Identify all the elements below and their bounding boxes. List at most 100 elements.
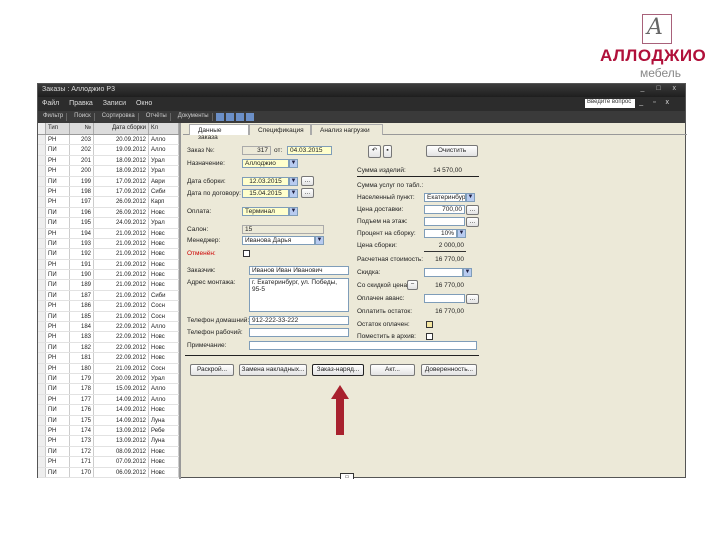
row-selector[interactable]	[38, 135, 46, 145]
tab-specification[interactable]: Спецификация	[249, 124, 311, 135]
refresh-icon[interactable]	[225, 113, 234, 121]
row-selector[interactable]	[38, 228, 46, 238]
city-select[interactable]: Екатеринбург	[424, 193, 466, 202]
table-row[interactable]: ПИ 195 24.09.2012 Урал	[38, 218, 179, 229]
row-selector[interactable]	[38, 353, 46, 363]
row-selector[interactable]	[38, 425, 46, 436]
table-row[interactable]: ПИ 179 20.09.2012 Урал	[38, 373, 179, 385]
prepaid-field[interactable]	[424, 294, 465, 303]
tools-icon[interactable]	[215, 113, 224, 121]
row-selector[interactable]	[38, 238, 46, 249]
chevron-down-icon[interactable]: ▼	[289, 207, 298, 216]
table-row[interactable]: ПИ 193 21.09.2012 Новс	[38, 238, 179, 250]
table-row[interactable]: ПИ 185 21.09.2012 Сосн	[38, 311, 179, 323]
toolbar-search[interactable]: Поиск	[71, 113, 95, 121]
chevron-down-icon[interactable]: ▼	[466, 193, 475, 202]
table-row[interactable]: ПИ 176 14.09.2012 Новс	[38, 405, 179, 416]
purpose-select[interactable]: Аллоджио	[242, 159, 289, 168]
col-date[interactable]: Дата сборки	[94, 123, 149, 134]
row-selector[interactable]	[38, 394, 46, 405]
table-row[interactable]: РН 184 22.09.2012 Алло	[38, 322, 179, 333]
table-row[interactable]: РН 203 20.09.2012 Алло	[38, 135, 179, 146]
orders-grid[interactable]: Тип № Дата сборки Кл РН 203 20.09.2012 Алло…	[38, 123, 181, 479]
col-client[interactable]: Кл	[149, 123, 179, 134]
row-selector[interactable]	[38, 415, 46, 425]
archive-checkbox[interactable]	[426, 333, 433, 340]
address-field[interactable]: г. Екатеринбург, ул. Победы, 95-5	[249, 278, 349, 312]
row-selector[interactable]	[38, 301, 46, 311]
table-row[interactable]: РН 181 22.09.2012 Новс	[38, 353, 179, 364]
row-selector[interactable]	[38, 342, 46, 353]
lift-picker-button[interactable]: ...	[466, 217, 479, 227]
row-selector[interactable]	[38, 405, 46, 415]
table-row[interactable]: ПИ 187 21.09.2012 Сиби	[38, 290, 179, 302]
row-selector[interactable]	[38, 197, 46, 207]
table-row[interactable]: ПИ 196 26.09.2012 Новс	[38, 207, 179, 219]
row-selector[interactable]	[38, 259, 46, 270]
power-of-attorney-button[interactable]: Доверенность...	[421, 364, 477, 376]
tab-order-data[interactable]: Данные заказа	[189, 124, 249, 141]
row-selector[interactable]	[38, 332, 46, 342]
save-icon[interactable]: ▪	[383, 145, 392, 158]
table-row[interactable]: РН 186 21.09.2012 Сосн	[38, 301, 179, 312]
table-row[interactable]: ПИ 192 21.09.2012 Новс	[38, 249, 179, 260]
row-selector[interactable]	[38, 166, 46, 176]
row-selector[interactable]	[38, 155, 46, 166]
row-selector[interactable]	[38, 384, 46, 394]
row-selector[interactable]	[38, 280, 46, 290]
table-row[interactable]: ПИ 178 15.09.2012 Алло	[38, 384, 179, 395]
doc-controls[interactable]: _ ▫ x	[639, 99, 673, 106]
row-selector[interactable]	[38, 322, 46, 332]
assembly-date-field[interactable]: 12.03.2015	[242, 177, 289, 186]
menu-file[interactable]: Файл	[42, 100, 59, 107]
save-icon[interactable]	[235, 113, 244, 121]
row-selector[interactable]	[38, 446, 46, 457]
work-order-button[interactable]: Заказ-наряд...	[312, 364, 364, 376]
table-row[interactable]: РН 173 13.09.2012 Луна	[38, 436, 179, 447]
row-selector[interactable]	[38, 467, 46, 477]
row-selector[interactable]	[38, 186, 46, 197]
row-selector[interactable]	[38, 457, 46, 467]
cutting-button[interactable]: Раскрой...	[190, 364, 234, 376]
payment-select[interactable]: Терминал	[242, 207, 289, 216]
table-row[interactable]: РН 200 18.09.2012 Урал	[38, 166, 179, 177]
toolbar-sort[interactable]: Сортировка	[99, 113, 139, 121]
help-search-input[interactable]: Введите вопрос	[585, 99, 635, 108]
table-row[interactable]: ПИ 182 22.09.2012 Новс	[38, 342, 179, 354]
table-row[interactable]: ПИ 202 19.09.2012 Алло	[38, 145, 179, 156]
note-field[interactable]	[249, 341, 477, 350]
table-row[interactable]: ПИ 170 06.09.2012 Новс	[38, 467, 179, 478]
tab-load-analysis[interactable]: Анализ нагрузки	[311, 124, 383, 135]
table-row[interactable]: РН 197 26.09.2012 Карп	[38, 197, 179, 208]
row-selector[interactable]	[38, 249, 46, 259]
row-selector[interactable]	[38, 373, 46, 384]
chevron-down-icon[interactable]: ▼	[289, 177, 298, 186]
clear-button[interactable]: Очистить	[426, 145, 478, 157]
table-row[interactable]: РН 177 14.09.2012 Алло	[38, 394, 179, 406]
assembly-percent-select[interactable]: 10%	[424, 229, 457, 238]
manager-select[interactable]: Иванова Дарья	[242, 236, 315, 245]
select-all[interactable]	[38, 123, 46, 134]
customer-field[interactable]: Иванов Иван Иванович	[249, 266, 349, 275]
table-row[interactable]: РН 198 17.09.2012 Сиби	[38, 186, 179, 198]
row-selector[interactable]	[38, 176, 46, 186]
row-selector[interactable]	[38, 290, 46, 301]
lift-field[interactable]	[424, 217, 465, 226]
table-row[interactable]: ПИ 190 21.09.2012 Новс	[38, 270, 179, 281]
table-row[interactable]: РН 194 21.09.2012 Новс	[38, 228, 179, 239]
row-selector[interactable]	[38, 145, 46, 155]
undo-icon[interactable]: ↶	[368, 145, 381, 158]
row-selector[interactable]	[38, 311, 46, 322]
row-selector[interactable]	[38, 270, 46, 280]
col-number[interactable]: №	[70, 123, 94, 134]
prepaid-picker-button[interactable]: ...	[466, 294, 479, 304]
print-icon[interactable]	[245, 113, 254, 121]
act-button[interactable]: Акт...	[370, 364, 415, 376]
delivery-picker-button[interactable]: ...	[466, 205, 479, 215]
table-row[interactable]: РН 201 18.09.2012 Урал	[38, 155, 179, 167]
table-row[interactable]: РН 183 22.09.2012 Новс	[38, 332, 179, 343]
delivery-field[interactable]: 700,00	[424, 205, 465, 214]
toolbar-filter[interactable]: Фильтр	[40, 113, 68, 121]
remaining-paid-checkbox[interactable]	[426, 321, 433, 328]
order-date-field[interactable]: 04.03.2015	[287, 146, 332, 155]
